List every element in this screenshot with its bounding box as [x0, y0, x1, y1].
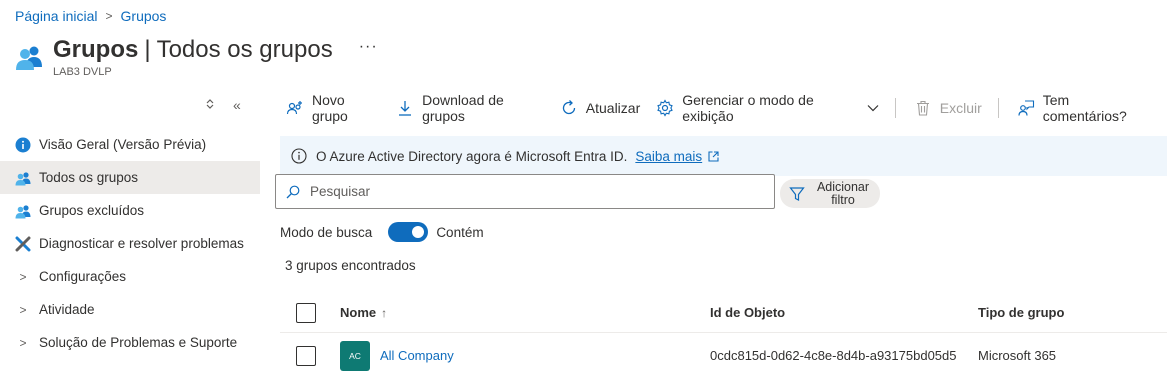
sidebar-item-label: Diagnosticar e resolver problemas [39, 236, 244, 251]
feedback-button[interactable]: Tem comentários? [1017, 92, 1151, 124]
sidebar-item-settings[interactable]: > Configurações [0, 260, 260, 293]
wrench-icon [15, 236, 31, 252]
sidebar-item-label: Grupos excluídos [39, 203, 145, 218]
breadcrumb-home-link[interactable]: Página inicial [15, 8, 98, 24]
download-label: Download de grupos [422, 92, 504, 124]
sidebar-controls: « [205, 97, 241, 113]
manage-view-button[interactable]: Gerenciar o modo de exibição [656, 92, 879, 124]
search-icon [286, 185, 300, 198]
feedback-icon [1017, 99, 1035, 117]
info-banner: O Azure Active Directory agora é Microso… [280, 136, 1167, 176]
result-count: 3 grupos encontrados [285, 258, 416, 273]
page-subtitle-title: Todos os grupos [156, 36, 333, 63]
add-group-icon [286, 99, 304, 117]
object-id-cell: 0cdc815d-0d62-4c8e-8d4b-a93175bd05d5 [710, 348, 957, 363]
sort-ascending-icon: ↑ [381, 305, 388, 320]
sidebar-item-label: Configurações [39, 269, 127, 284]
add-filter-button[interactable]: Adicionar filtro [780, 179, 880, 208]
chevron-right-icon: > [19, 335, 27, 350]
search-input[interactable] [310, 184, 750, 199]
sidebar-item-label: Atividade [39, 302, 95, 317]
select-all-checkbox[interactable] [296, 303, 316, 323]
breadcrumb-groups-link[interactable]: Grupos [121, 8, 167, 24]
row-checkbox[interactable] [296, 346, 316, 366]
info-icon [291, 148, 307, 164]
sidebar-item-deleted-groups[interactable]: Grupos excluídos [0, 194, 260, 227]
collapse-sidebar-icon[interactable]: « [233, 97, 241, 113]
column-header-object-id[interactable]: Id de Objeto [710, 305, 785, 320]
download-groups-button[interactable]: Download de grupos [396, 92, 544, 124]
avatar: AC [340, 341, 370, 371]
groups-icon [16, 46, 42, 70]
page-header: Grupos | Todos os grupos ··· LAB3 DVLP [15, 36, 378, 78]
external-link-icon [708, 150, 719, 162]
add-filter-label: Adicionar filtro [816, 179, 870, 207]
sidebar-item-label: Todos os grupos [39, 170, 139, 185]
download-icon [396, 99, 414, 117]
banner-text: O Azure Active Directory agora é Microso… [316, 148, 628, 164]
chevron-right-icon: > [19, 269, 27, 284]
chevron-right-icon: > [105, 9, 113, 23]
refresh-button[interactable]: Atualizar [560, 99, 640, 117]
search-mode-label: Modo de busca [280, 224, 373, 240]
delete-label: Excluir [939, 100, 982, 116]
table-header: Nome ↑ Id de Objeto Tipo de grupo [280, 293, 1167, 333]
gear-icon [656, 99, 674, 117]
sidebar-item-support[interactable]: > Solução de Problemas e Suporte [0, 326, 260, 359]
sidebar-item-label: Solução de Problemas e Suporte [39, 335, 238, 350]
sidebar-item-all-groups[interactable]: Todos os grupos [0, 161, 260, 194]
breadcrumb: Página inicial > Grupos [15, 8, 166, 24]
more-options-button[interactable]: ··· [359, 38, 378, 56]
column-header-group-type[interactable]: Tipo de grupo [978, 305, 1064, 320]
toolbar-divider [894, 98, 896, 118]
table-row: AC All Company 0cdc815d-0d62-4c8e-8d4b-a… [280, 334, 1167, 373]
toggle-knob [412, 226, 425, 238]
command-bar: Novo grupo Download de grupos Atualizar … [286, 92, 1167, 124]
info-icon [15, 137, 31, 153]
delete-button[interactable]: Excluir [914, 99, 982, 117]
sidebar-item-activity[interactable]: > Atividade [0, 293, 260, 326]
page-title: Grupos [53, 36, 139, 63]
group-type-cell: Microsoft 365 [978, 348, 1057, 363]
trash-icon [914, 99, 932, 117]
people-icon [15, 203, 31, 219]
filter-icon [789, 186, 805, 201]
search-box [275, 174, 775, 209]
learn-more-link[interactable]: Saiba mais [635, 149, 702, 164]
sidebar-item-diagnose[interactable]: Diagnosticar e resolver problemas [0, 227, 260, 260]
people-icon [15, 170, 31, 186]
search-mode-value: Contém [436, 224, 484, 240]
sidebar-item-label: Visão Geral (Versão Prévia) [39, 137, 207, 152]
new-group-button[interactable]: Novo grupo [286, 92, 380, 124]
manage-view-label: Gerenciar o modo de exibição [682, 92, 814, 124]
search-mode: Modo de busca Contém [280, 222, 484, 242]
column-name-label: Nome [340, 305, 377, 320]
toolbar-divider [997, 98, 999, 118]
tenant-name: LAB3 DVLP [53, 66, 112, 78]
group-name-link[interactable]: All Company [380, 348, 454, 363]
chevron-right-icon: > [19, 302, 27, 317]
search-mode-toggle[interactable] [388, 222, 429, 242]
sidebar-item-overview[interactable]: Visão Geral (Versão Prévia) [0, 128, 260, 161]
new-group-label: Novo grupo [312, 92, 348, 124]
title-separator: | [144, 36, 151, 63]
refresh-icon [560, 99, 578, 117]
sort-toggle-icon[interactable] [205, 97, 215, 113]
chevron-down-icon [867, 104, 879, 112]
column-header-name[interactable]: Nome ↑ [340, 305, 387, 320]
sidebar: Visão Geral (Versão Prévia) Todos os gru… [0, 128, 260, 359]
refresh-label: Atualizar [585, 100, 641, 116]
feedback-label: Tem comentários? [1042, 92, 1127, 124]
